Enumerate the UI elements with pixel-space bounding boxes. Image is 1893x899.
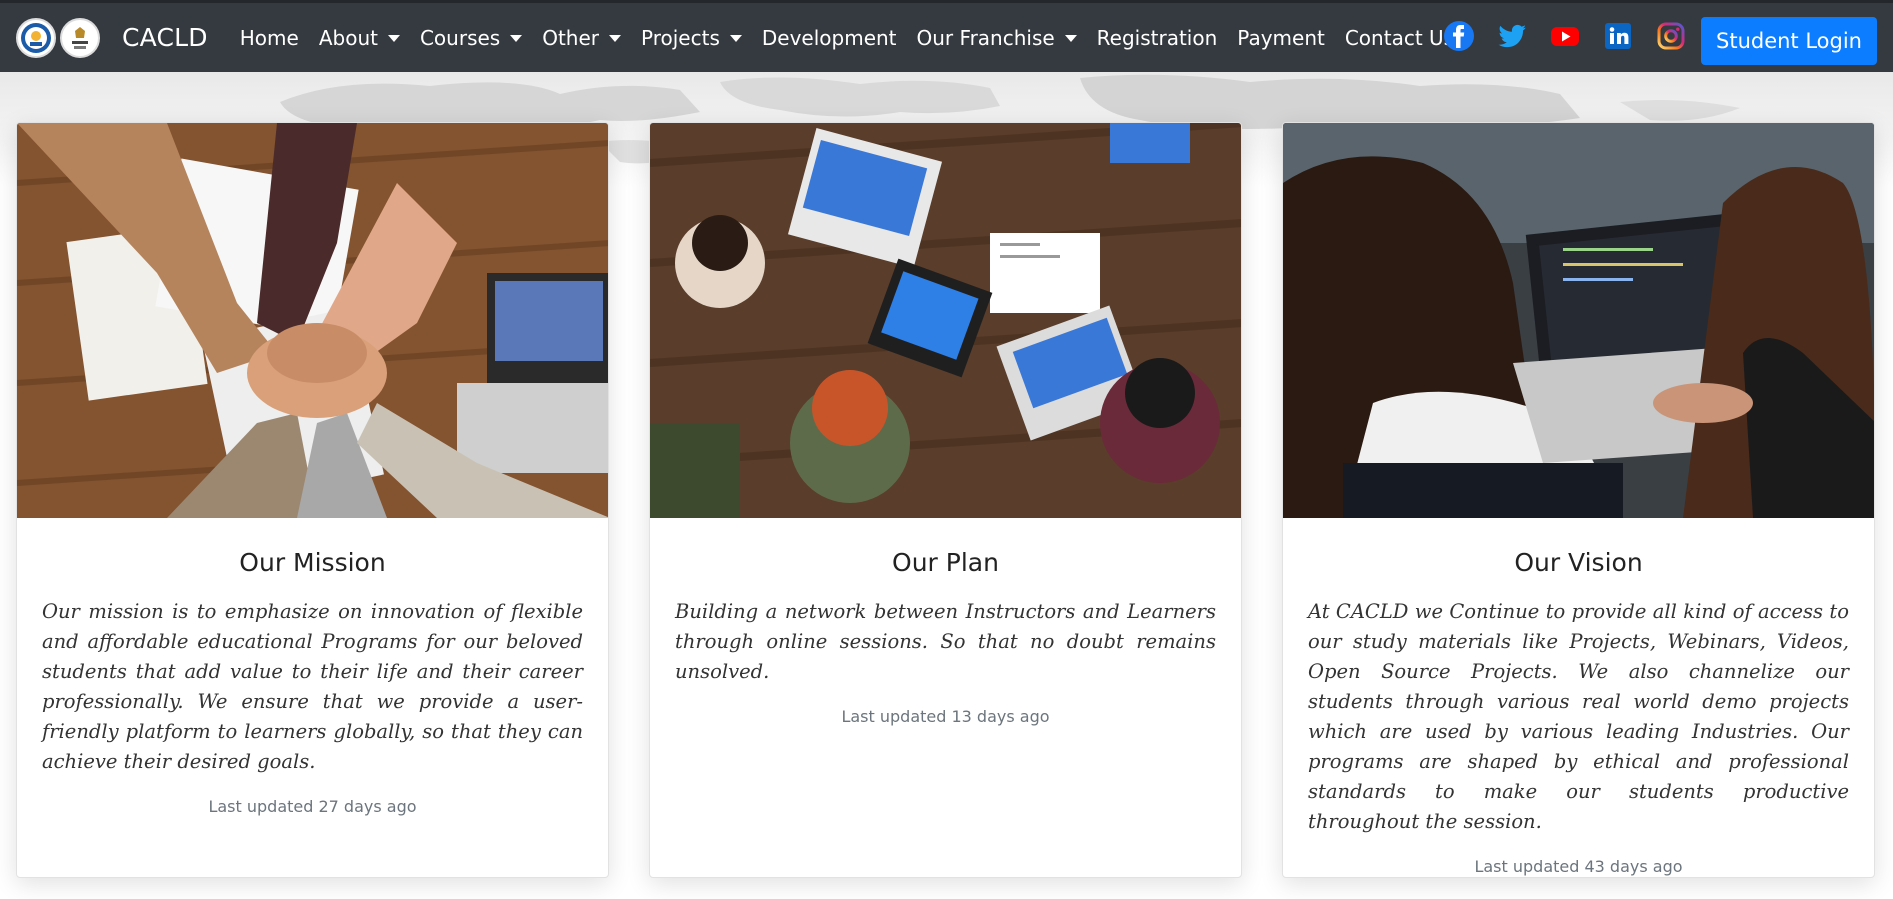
card-vision: Our Vision At CACLD we Continue to provi… [1282, 122, 1875, 878]
card-title: Our Plan [892, 548, 999, 577]
caret-down-icon [387, 35, 400, 42]
card-text: Building a network between Instructors a… [675, 600, 1216, 683]
card-title: Our Vision [1514, 548, 1643, 577]
nav-home-label: Home [239, 25, 299, 50]
card-text: Our mission is to emphasize on innovatio… [42, 600, 583, 773]
instagram-icon[interactable] [1654, 19, 1688, 53]
nav-development[interactable]: Development [752, 26, 907, 50]
facebook-icon[interactable] [1442, 19, 1476, 53]
nav-registration[interactable]: Registration [1087, 26, 1228, 50]
vision-body: Our Vision At CACLD we Continue to provi… [1283, 518, 1874, 876]
nav-development-label: Development [761, 25, 897, 50]
nav-courses-label: Courses [419, 25, 501, 50]
youtube-icon[interactable] [1548, 19, 1582, 53]
mission-body: Our Mission Our mission is to emphasize … [17, 518, 608, 816]
emblem-logo-icon [60, 17, 100, 58]
card-title: Our Mission [239, 548, 386, 577]
nav-payment-label: Payment [1237, 25, 1325, 50]
nav-our-franchise-dropdown[interactable]: Our Franchise [907, 26, 1087, 50]
plan-body: Our Plan Building a network between Inst… [650, 518, 1241, 726]
nav-registration-label: Registration [1096, 25, 1218, 50]
brand-name: CACLD [122, 23, 208, 52]
nav-payment[interactable]: Payment [1227, 26, 1335, 50]
caret-down-icon [729, 35, 742, 42]
cacld-logo-icon [16, 17, 56, 58]
nav-projects-dropdown[interactable]: Projects [631, 26, 752, 50]
nav-our-franchise-label: Our Franchise [916, 25, 1055, 50]
nav-courses-dropdown[interactable]: Courses [410, 26, 532, 50]
main-nav: Home About Courses Other Projects Develo… [230, 26, 1464, 50]
twitter-icon[interactable] [1495, 19, 1529, 53]
mission-image [17, 123, 608, 518]
plan-image [650, 123, 1241, 518]
nav-about-label: About [318, 25, 378, 50]
nav-projects-label: Projects [641, 25, 720, 50]
top-navbar: CACLD Home About Courses Other Projects … [0, 0, 1893, 72]
student-login-button[interactable]: Student Login [1701, 17, 1877, 65]
brand[interactable]: CACLD [16, 17, 230, 58]
nav-about-dropdown[interactable]: About [309, 26, 410, 50]
caret-down-icon [609, 35, 622, 42]
caret-down-icon [510, 35, 523, 42]
caret-down-icon [1064, 35, 1077, 42]
social-links [1423, 19, 1688, 53]
card-last-updated: Last updated 43 days ago [1474, 857, 1683, 876]
nav-other-dropdown[interactable]: Other [532, 26, 631, 50]
vision-image [1283, 123, 1874, 518]
card-mission: Our Mission Our mission is to emphasize … [16, 122, 609, 878]
card-plan: Our Plan Building a network between Inst… [649, 122, 1242, 878]
nav-home[interactable]: Home [230, 26, 309, 50]
card-last-updated: Last updated 27 days ago [208, 797, 417, 816]
nav-other-label: Other [542, 25, 600, 50]
linkedin-icon[interactable] [1601, 19, 1635, 53]
card-text: At CACLD we Continue to provide all kind… [1308, 600, 1849, 833]
card-last-updated: Last updated 13 days ago [841, 707, 1050, 726]
